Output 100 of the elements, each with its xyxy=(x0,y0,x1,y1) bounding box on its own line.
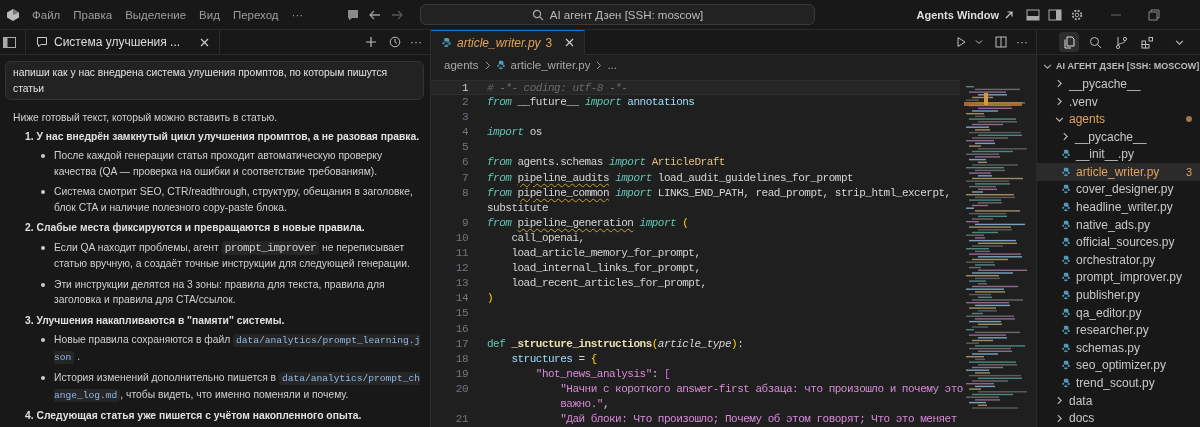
tree-item[interactable]: official_sources.py xyxy=(1037,233,1200,252)
breadcrumb-item[interactable]: article_writer.py xyxy=(510,59,591,71)
list-heading: 3. Улучшения накапливаются в "памяти" системы. xyxy=(25,313,286,328)
python-file-icon xyxy=(1061,342,1071,353)
line-number: 14 xyxy=(454,291,468,307)
tree-item[interactable]: native_ads.py xyxy=(1037,215,1200,234)
chat-icon[interactable] xyxy=(346,7,360,22)
python-file-icon xyxy=(1061,325,1071,336)
line-number: 6 xyxy=(460,155,468,171)
bullet-icon xyxy=(41,190,45,194)
tree-item[interactable]: __pycache__ xyxy=(1037,127,1200,146)
line-number: 8 xyxy=(460,185,468,201)
caret-icon[interactable] xyxy=(975,38,983,46)
tree-item[interactable]: publisher.py xyxy=(1037,286,1200,304)
chevron-right-icon xyxy=(595,60,603,70)
caret-icon[interactable] xyxy=(1175,37,1184,47)
tree-item[interactable]: agents xyxy=(1037,110,1200,128)
more-menu-button[interactable]: ··· xyxy=(291,8,304,21)
code-line: from pipeline_common import LINKS_END_PATH, read_prompt, strip_html_excerpt, xyxy=(487,185,951,201)
tree-item[interactable]: trend_scout.py xyxy=(1037,374,1200,392)
panel-layout-icon[interactable] xyxy=(1026,8,1040,21)
menu-item[interactable]: Файл xyxy=(32,8,61,21)
code-line: from pipeline_audits import load_audit_guidelines_for_prompt xyxy=(487,170,854,186)
answer-text: Ниже готовый текст, который можно вставить в статью. xyxy=(13,111,279,125)
external-arrow-icon xyxy=(1004,9,1014,20)
sidebar-toggle-icon[interactable] xyxy=(3,36,16,48)
code-line: from __future__ import annotations xyxy=(487,95,695,111)
code-line: import os xyxy=(487,125,542,141)
bullet-text: Эти инструкции делятся на 3 зоны: правила для текста, правила для заголовка и правила для CTA/ссылок. xyxy=(54,277,386,307)
breadcrumb-item[interactable]: agents xyxy=(444,59,479,71)
python-file-icon xyxy=(1061,202,1071,213)
split-editor-icon[interactable] xyxy=(995,36,1007,48)
plus-icon[interactable] xyxy=(365,36,377,48)
settings-icon[interactable] xyxy=(1070,7,1084,22)
code-line: # -*- coding: utf-8 -*- xyxy=(487,81,628,95)
python-file-icon xyxy=(1061,272,1071,283)
tree-item[interactable]: headline_writer.py xyxy=(1037,198,1200,216)
search-field[interactable]: AI агент Дзен [SSH: moscow] xyxy=(420,4,815,25)
bullet-icon xyxy=(41,245,45,250)
more-button[interactable]: ··· xyxy=(410,35,422,49)
line-number: 7 xyxy=(460,170,468,186)
explorer-view-icon[interactable] xyxy=(1059,32,1079,52)
tree-item[interactable]: seo_optimizer.py xyxy=(1037,356,1200,375)
line-number: 19 xyxy=(454,366,468,382)
tree-item[interactable]: cover_designer.py xyxy=(1037,180,1200,199)
close-icon[interactable] xyxy=(565,38,575,47)
bullet-text: После каждой генерации статья проходит автоматическую проверку качества (QA — проверка на ошибки и соответствие требованиям). xyxy=(54,149,384,179)
editor-tab[interactable]: article_writer.py 3 xyxy=(431,29,586,55)
code-line: "Начни с короткого answer-first абзаца: что произошло и почему это xyxy=(559,381,963,397)
chat-tab[interactable]: Система улучшения ... xyxy=(25,30,221,54)
tree-item[interactable]: __pycache__ xyxy=(1037,75,1200,93)
menu-item[interactable]: Вид xyxy=(199,8,220,21)
close-icon[interactable] xyxy=(200,37,210,47)
code-line: from agents.schemas import ArticleDraft xyxy=(487,155,725,171)
restore-icon[interactable] xyxy=(1148,8,1160,21)
run-icon[interactable] xyxy=(955,36,967,48)
chevron-icon[interactable] xyxy=(1043,61,1052,71)
bullet-icon xyxy=(41,338,45,342)
bullet-text: Система смотрит SEO, CTR/readthrough, структуру, обещания в заголовке, блок CTA и наличие полезного copy-paste блока. xyxy=(54,185,414,215)
tree-item[interactable]: qa_editor.py xyxy=(1037,303,1200,322)
breadcrumb-item[interactable]: ... xyxy=(607,59,617,71)
python-file-icon xyxy=(1061,254,1071,265)
bullet-icon xyxy=(41,154,45,158)
line-number: 18 xyxy=(454,351,468,367)
tree-item[interactable]: researcher.py xyxy=(1037,321,1200,340)
tree-item[interactable]: article_writer.py 3 xyxy=(1037,163,1200,181)
user-message: напиши как у нас внедрена система улушения промптов, по которым пишутся статьи xyxy=(5,61,424,100)
tree-item[interactable]: schemas.py xyxy=(1037,339,1200,357)
code-line: "Дай блоки: Что произошло; Почему об этом говорят; Что это меняет xyxy=(559,412,957,427)
code-line: load_article_memory_for_prompt, xyxy=(510,246,701,262)
python-file-icon xyxy=(1061,149,1071,160)
line-number: 4 xyxy=(460,125,468,141)
tree-item[interactable]: .venv xyxy=(1037,92,1200,111)
warning-marker xyxy=(984,93,988,105)
menu-item[interactable]: Переход xyxy=(232,8,279,21)
agents-window-link[interactable]: Agents Window xyxy=(916,8,999,21)
tree-item[interactable]: data xyxy=(1037,391,1200,410)
more-button[interactable]: ··· xyxy=(1016,35,1028,49)
history-icon[interactable] xyxy=(389,36,401,48)
tree-item[interactable]: orchestrator.py xyxy=(1037,251,1200,269)
code-line: важно.", xyxy=(559,396,610,412)
line-number: 20 xyxy=(454,381,468,397)
list-heading: 1. У нас внедрён замкнутый цикл улучшения промптов, а не разовая правка. xyxy=(25,129,421,144)
list-heading: 2. Слабые места фиксируются и превращаются в новые правила. xyxy=(25,221,366,235)
line-number: 3 xyxy=(460,110,468,126)
tree-item[interactable]: prompt_improver.py xyxy=(1037,268,1200,287)
sidebar-layout-icon[interactable] xyxy=(1048,8,1062,21)
line-number: 16 xyxy=(454,321,468,337)
bullet-text: Если QA находит проблемы, агент prompt_improver не переписывает статью вручную, а создаёт точные инструкции для следующей генерации. xyxy=(54,239,411,271)
menu-item[interactable]: Выделение xyxy=(125,8,187,21)
menu-item[interactable]: Правка xyxy=(73,8,113,21)
bullet-text: История изменений дополнительно пишется в data/analytics/prompt_change_log.md , чтобы видеть, что именно поменяли и почему. xyxy=(54,371,422,403)
code-line: def _structure_instructions(article_type): xyxy=(487,336,744,352)
python-file-icon xyxy=(441,37,452,48)
line-number: 21 xyxy=(454,412,468,427)
workspace-title[interactable]: AI АГЕНТ ДЗЕН [SSH: MOSCOW] xyxy=(1056,61,1200,72)
code-line: structures = { xyxy=(510,351,597,367)
bullet-icon xyxy=(41,376,45,380)
tree-item[interactable]: __init__.py xyxy=(1037,145,1200,164)
tree-item[interactable]: docs xyxy=(1037,409,1200,427)
